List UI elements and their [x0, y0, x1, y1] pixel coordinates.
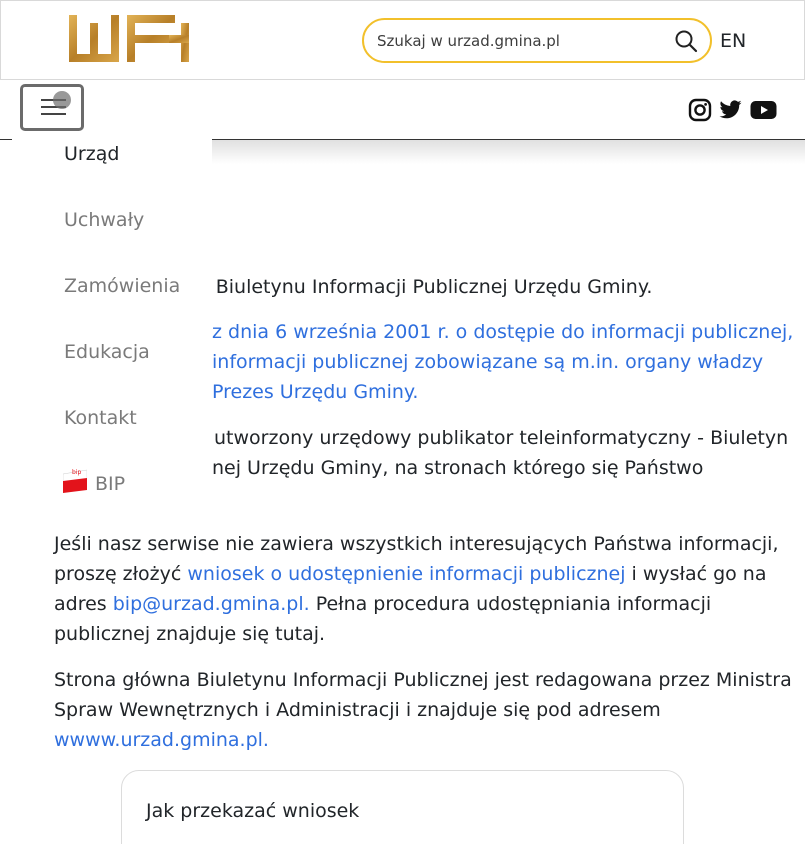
twitter-icon[interactable]	[718, 98, 743, 122]
menu-item-bip[interactable]: BIP	[95, 473, 125, 495]
law-link-line[interactable]: Prezes Urzędu Gminy.	[212, 377, 418, 407]
search-icon[interactable]	[674, 29, 698, 53]
bip-description-line: utworzony urzędowy publikator teleinform…	[214, 427, 789, 449]
menu-item-uchwaly[interactable]: Uchwały	[64, 209, 144, 231]
email-link[interactable]: bip@urzad.gmina.pl.	[113, 593, 310, 615]
request-text-line: publicznej znajduje się tutaj.	[54, 623, 326, 645]
youtube-icon[interactable]	[750, 98, 777, 122]
menu-item-kontakt[interactable]: Kontakt	[64, 407, 137, 429]
faq-card[interactable]: Jak przekazać wniosek	[121, 770, 684, 844]
intro-text: e Biuletynu Informacji Publicznej Urzędu…	[198, 276, 653, 298]
ministry-text-line: Spraw Wewnętrznych i Administracji i zna…	[54, 699, 661, 721]
menu-item-edukacja[interactable]: Edukacja	[64, 341, 150, 363]
logo[interactable]	[69, 15, 196, 62]
request-text-fragment: adres	[54, 593, 113, 615]
menu-toggle-button[interactable]	[20, 84, 84, 131]
faq-card-title: Jak przekazać wniosek	[146, 800, 360, 822]
request-text-line: Jeśli nasz serwise nie zawiera wszystkic…	[54, 533, 779, 555]
law-link-line[interactable]: z dnia 6 września 2001 r. o dostępie do …	[212, 317, 793, 347]
search-box	[362, 18, 712, 63]
bip-icon-text: bip	[72, 469, 81, 476]
search-input[interactable]	[377, 30, 667, 52]
instagram-icon[interactable]	[688, 98, 712, 122]
request-form-link[interactable]: wniosek o udostępnienie informacji publi…	[187, 563, 625, 585]
menu-bar-line	[41, 113, 66, 115]
cursor-indicator	[53, 91, 71, 109]
request-text-fragment: proszę złożyć	[54, 563, 188, 585]
navbar-shadow	[212, 140, 805, 164]
bip-icon: bip	[63, 469, 87, 493]
menu-item-urzad[interactable]: Urząd	[64, 143, 119, 165]
request-text-line: proszę złożyć wniosek o udostępnienie in…	[54, 559, 767, 589]
request-text-line: adres bip@urzad.gmina.pl. Pełna procedur…	[54, 589, 711, 619]
menu-item-zamowienia[interactable]: Zamówienia	[64, 275, 180, 297]
top-header: EN	[0, 0, 805, 80]
bip-description-line: nej Urzędu Gminy, na stronach którego si…	[212, 457, 704, 479]
language-switch[interactable]: EN	[720, 30, 746, 52]
nav-dropdown-menu: Urząd Uchwały Zamówienia Edukacja Kontak…	[12, 133, 212, 503]
request-text-fragment: i wysłać go na	[625, 563, 767, 585]
ministry-text-line: Strona główna Biuletynu Informacji Publi…	[54, 669, 792, 691]
request-text-fragment: Pełna procedura udostępniania informacji	[309, 593, 712, 615]
ministry-site-link[interactable]: wwww.urzad.gmina.pl.	[54, 725, 269, 755]
navbar	[0, 80, 805, 140]
law-link-line[interactable]: informacji publicznej zobowiązane są m.i…	[212, 347, 763, 377]
